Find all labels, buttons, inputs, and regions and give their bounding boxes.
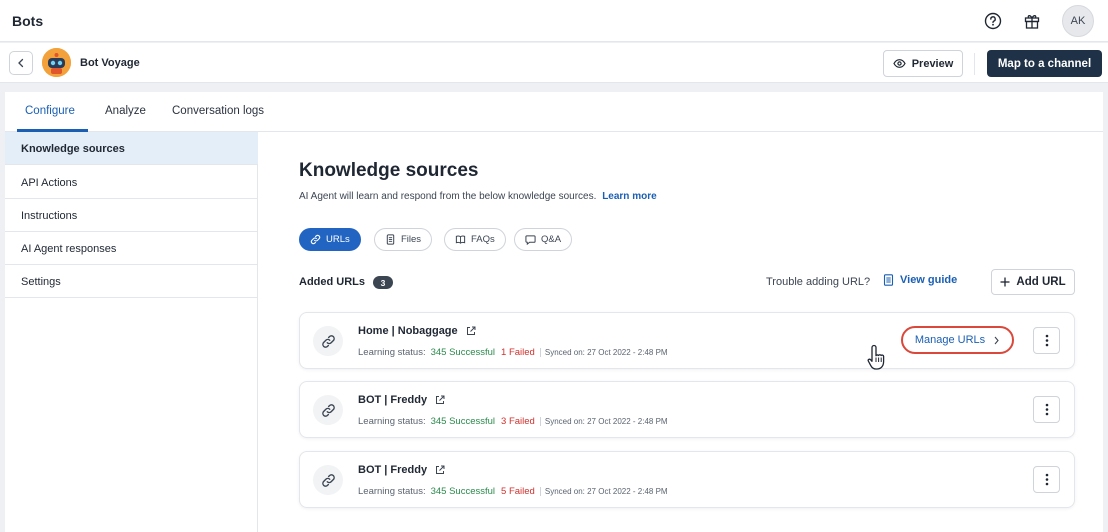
link-icon: [313, 326, 343, 356]
book-icon: [455, 235, 466, 244]
chip-qa-label: Q&A: [541, 234, 562, 245]
url-title: BOT | Freddy: [358, 464, 445, 476]
app-title: Bots: [12, 13, 44, 29]
external-link-icon[interactable]: [435, 395, 445, 405]
link-icon: [310, 234, 321, 245]
failed-count: 5 Failed: [501, 486, 535, 497]
top-bar: Bots AK: [0, 0, 1108, 42]
learn-more-link[interactable]: Learn more: [602, 191, 656, 202]
trouble-text: Trouble adding URL?: [766, 276, 871, 288]
chip-urls[interactable]: URLs: [299, 228, 361, 251]
failed-count: 3 Failed: [501, 416, 535, 427]
sidebar-item-ai-agent-responses[interactable]: AI Agent responses: [5, 232, 258, 265]
back-button[interactable]: [9, 51, 33, 75]
document-icon: [883, 274, 894, 286]
eye-icon: [893, 59, 906, 68]
external-link-icon[interactable]: [466, 326, 476, 336]
gift-icon[interactable]: [1020, 9, 1044, 33]
user-avatar[interactable]: AK: [1062, 5, 1094, 37]
sidebar-item-knowledge-sources[interactable]: Knowledge sources: [5, 132, 258, 165]
more-vertical-icon[interactable]: [1033, 466, 1060, 493]
tab-configure[interactable]: Configure: [25, 105, 75, 117]
divider: [974, 53, 975, 75]
external-link-icon[interactable]: [435, 465, 445, 475]
learning-status-label: Learning status:: [358, 347, 426, 358]
synced-timestamp: Synced on: 27 Oct 2022 - 2:48 PM: [539, 348, 668, 357]
url-title-text: BOT | Freddy: [358, 394, 428, 406]
chevron-left-icon: [18, 58, 24, 68]
help-circle-icon[interactable]: [981, 9, 1005, 33]
url-title: Home | Nobaggage: [358, 325, 476, 337]
main-panel: Configure Analyze Conversation logs Know…: [5, 92, 1103, 532]
view-guide-label: View guide: [900, 274, 958, 286]
tab-conversation-logs[interactable]: Conversation logs: [172, 105, 264, 117]
learning-status: Learning status: 345 Successful 5 Failed…: [358, 486, 668, 497]
url-card[interactable]: Home | Nobaggage Learning status: 345 Su…: [299, 312, 1075, 369]
chat-bubble-icon: [525, 235, 536, 245]
manage-urls-label: Manage URLs: [914, 334, 986, 346]
chip-files[interactable]: Files: [374, 228, 433, 251]
sidebar-item-api-actions[interactable]: API Actions: [5, 166, 258, 199]
learning-status-label: Learning status:: [358, 416, 426, 427]
map-to-channel-button[interactable]: Map to a channel: [987, 50, 1102, 77]
preview-label: Preview: [911, 57, 954, 70]
tab-bar: Configure Analyze Conversation logs: [5, 92, 1103, 132]
url-title-text: BOT | Freddy: [358, 464, 428, 476]
chip-qa[interactable]: Q&A: [514, 228, 573, 251]
chip-files-label: Files: [401, 234, 422, 245]
add-url-label: Add URL: [1016, 276, 1066, 288]
sidebar: Knowledge sources API Actions Instructio…: [5, 132, 258, 532]
added-urls-label: Added URLs: [299, 276, 365, 288]
chevron-right-icon: [994, 336, 999, 344]
learning-status: Learning status: 345 Successful 1 Failed…: [358, 347, 668, 358]
more-vertical-icon[interactable]: [1033, 396, 1060, 423]
chip-urls-label: URLs: [326, 234, 350, 245]
synced-timestamp: Synced on: 27 Oct 2022 - 2:48 PM: [539, 417, 668, 426]
synced-timestamp: Synced on: 27 Oct 2022 - 2:48 PM: [539, 487, 668, 496]
file-icon: [386, 234, 395, 245]
failed-count: 1 Failed: [501, 347, 535, 358]
view-guide-link[interactable]: View guide: [883, 274, 957, 286]
sidebar-item-settings[interactable]: Settings: [5, 265, 258, 298]
link-icon: [313, 395, 343, 425]
sidebar-item-instructions[interactable]: Instructions: [5, 199, 258, 232]
url-card[interactable]: BOT | Freddy Learning status: 345 Succes…: [299, 451, 1075, 508]
bot-header: Bot Voyage Preview Map to a channel: [0, 43, 1108, 83]
success-count: 345 Successful: [430, 416, 496, 427]
bot-avatar: [42, 48, 71, 77]
manage-urls-button[interactable]: Manage URLs: [901, 326, 1014, 354]
url-title: BOT | Freddy: [358, 394, 445, 406]
bot-name: Bot Voyage: [80, 57, 140, 69]
learning-status-label: Learning status:: [358, 486, 426, 497]
success-count: 345 Successful: [430, 347, 496, 358]
page-subtitle: AI Agent will learn and respond from the…: [299, 191, 657, 202]
content-area: Knowledge sources AI Agent will learn an…: [258, 132, 1103, 532]
page-title: Knowledge sources: [299, 160, 479, 181]
learning-status: Learning status: 345 Successful 3 Failed…: [358, 416, 668, 427]
link-icon: [313, 465, 343, 495]
chip-faqs-label: FAQs: [471, 234, 495, 245]
url-card[interactable]: BOT | Freddy Learning status: 345 Succes…: [299, 381, 1075, 438]
success-count: 345 Successful: [430, 486, 496, 497]
chip-faqs[interactable]: FAQs: [444, 228, 506, 251]
more-vertical-icon[interactable]: [1033, 327, 1060, 354]
plus-icon: [1000, 277, 1010, 287]
url-title-text: Home | Nobaggage: [358, 325, 458, 337]
add-url-button[interactable]: Add URL: [991, 269, 1075, 295]
preview-button[interactable]: Preview: [883, 50, 963, 77]
tab-analyze[interactable]: Analyze: [105, 105, 146, 117]
hand-pointer-icon: [866, 343, 892, 378]
subtitle-text: AI Agent will learn and respond from the…: [299, 191, 597, 202]
added-urls-count: 3: [373, 276, 393, 289]
